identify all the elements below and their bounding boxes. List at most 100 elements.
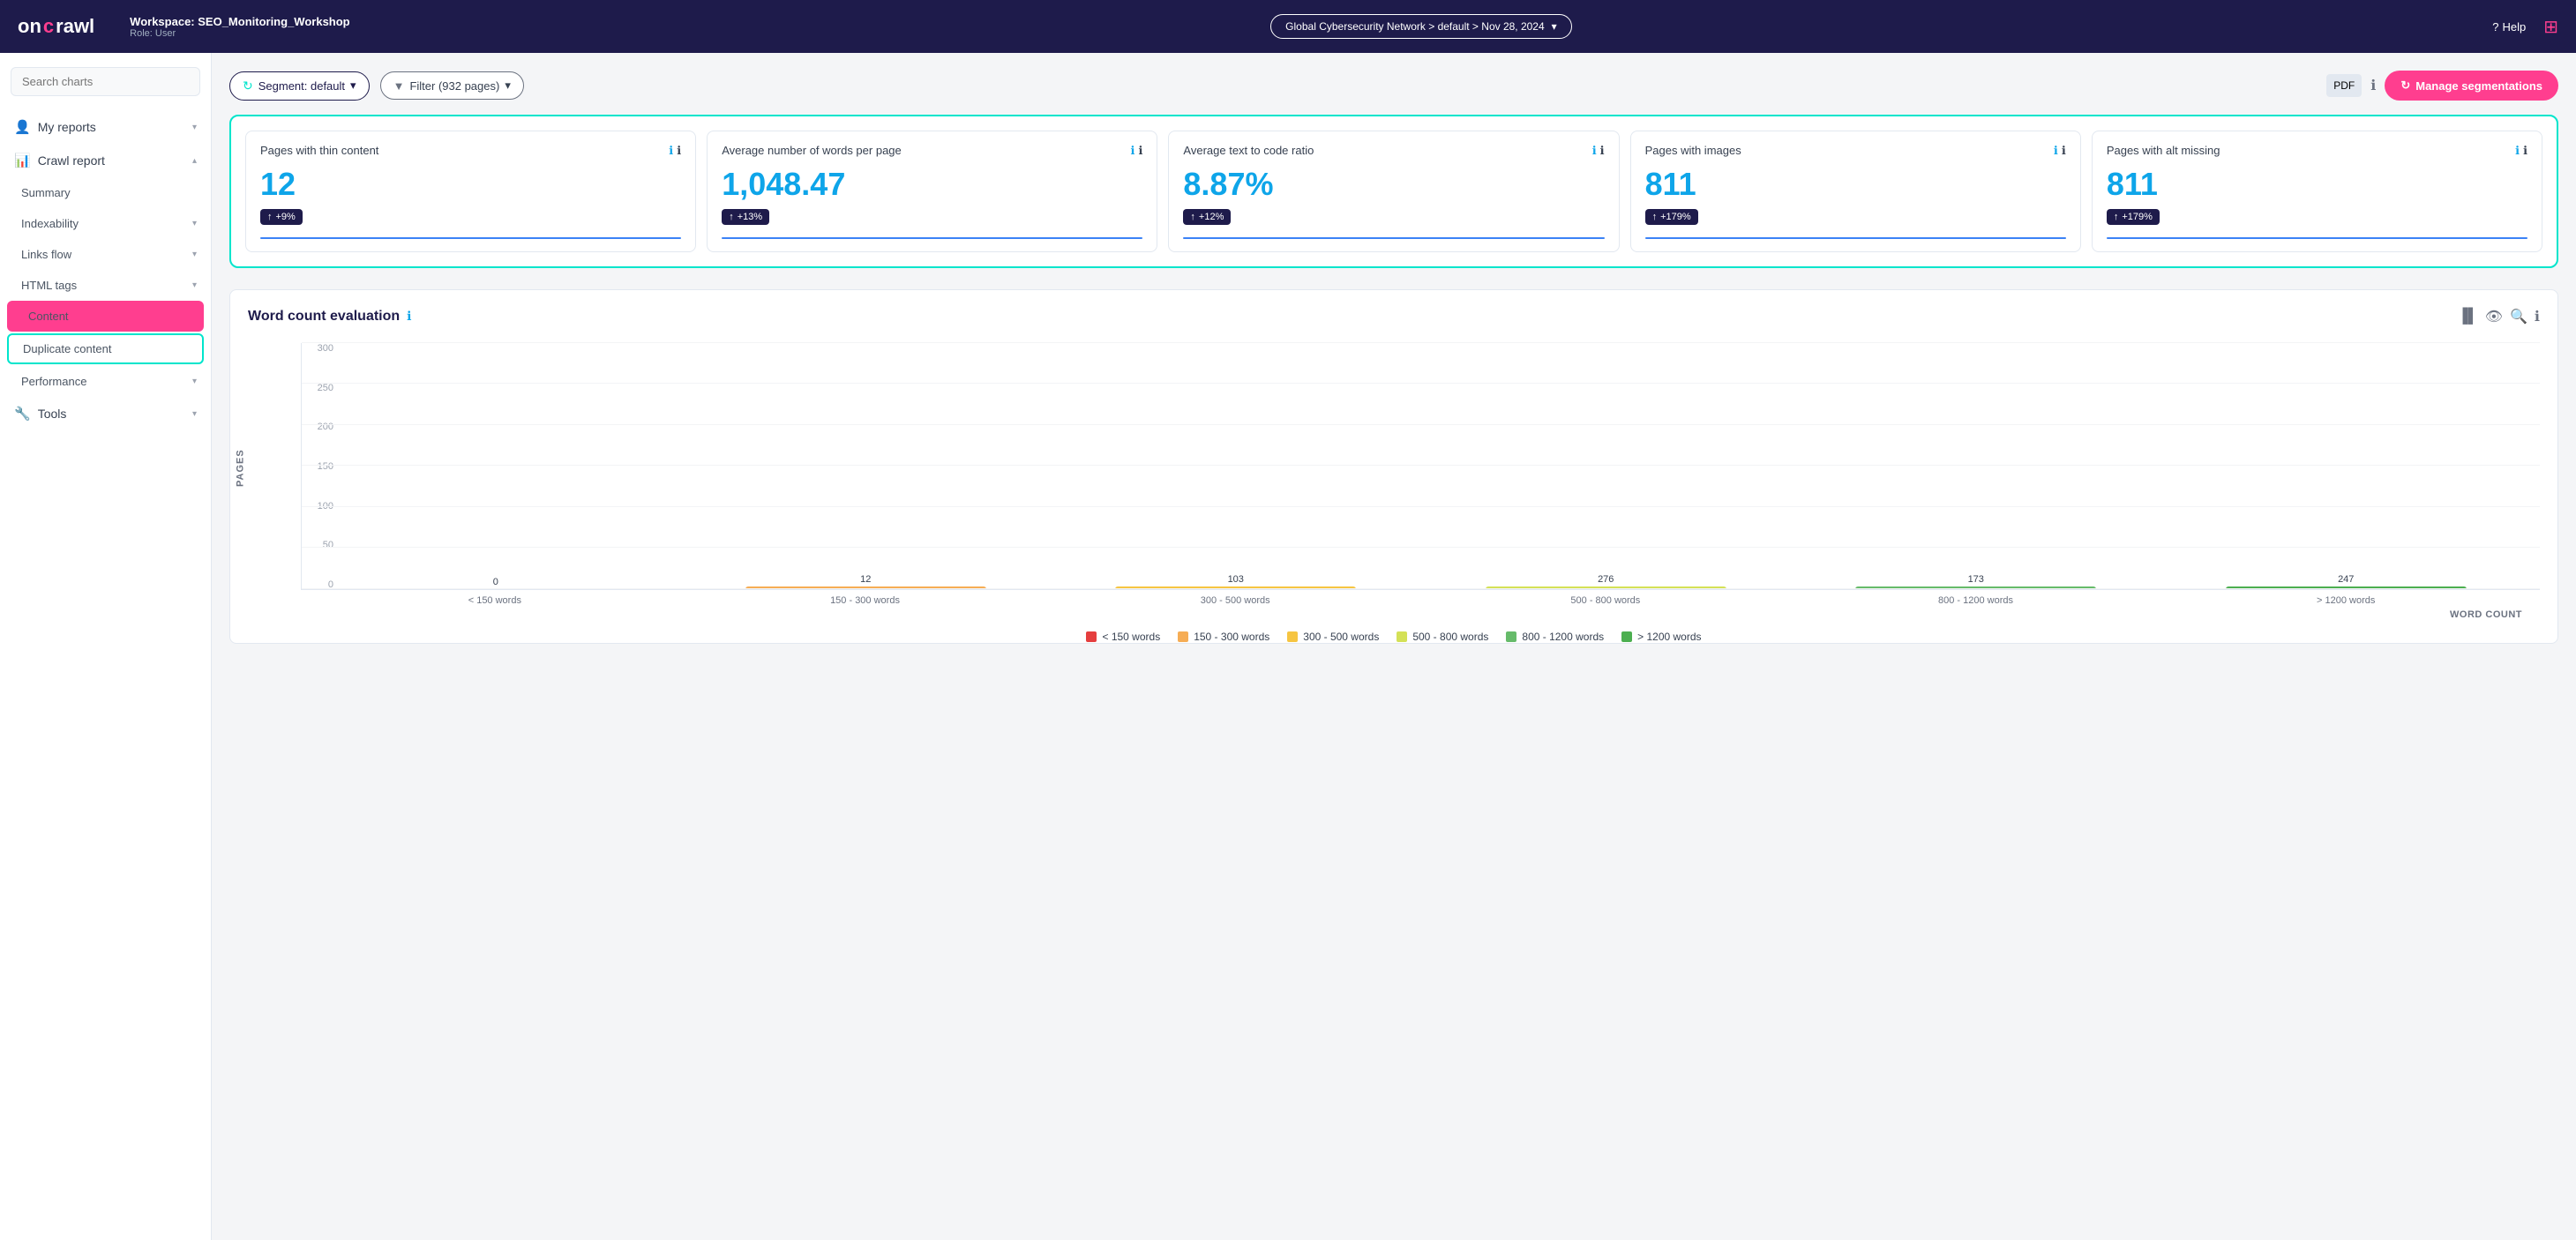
info-circle-icon[interactable]: ℹ [1592, 144, 1597, 158]
bar-group: 0 [311, 577, 681, 589]
bar-chart-container: PAGES 050100150200250300 0 12 [248, 343, 2540, 625]
sidebar-item-label: Content [28, 310, 69, 323]
nav-right: ? Help ⊞ [2492, 16, 2558, 38]
legend-color-dot [1086, 631, 1097, 642]
chevron-down-icon: ▾ [192, 409, 197, 419]
change-arrow-icon: ↑ [1652, 212, 1658, 222]
metric-value: 12 [260, 166, 681, 203]
metric-title: Average text to code ratio [1183, 144, 1591, 159]
segment-chevron-icon: ▾ [350, 78, 356, 93]
chart-title: Word count evaluation [248, 309, 400, 325]
sidebar-item-label: Crawl report [38, 153, 105, 168]
legend-item: 500 - 800 words [1397, 631, 1488, 643]
legend-item: 300 - 500 words [1287, 631, 1379, 643]
metric-card-thin-content: Pages with thin content ℹ ℹ 12 ↑ +9% [245, 131, 696, 252]
info-icon: ℹ [2370, 78, 2376, 93]
metric-sparkline [260, 237, 681, 239]
sidebar-item-html-tags[interactable]: HTML tags ▾ [0, 270, 211, 301]
chart-info-btn[interactable]: ℹ [2535, 308, 2540, 325]
info-circle-icon[interactable]: ℹ [2054, 144, 2058, 158]
logo-c: c [43, 15, 54, 38]
chevron-down-icon: ▾ [192, 219, 197, 228]
bar-value-label: 0 [493, 577, 498, 587]
bar-value-label: 12 [860, 574, 871, 585]
sidebar-item-label: Tools [38, 407, 67, 421]
dashboard-icon[interactable]: ⊞ [2543, 16, 2558, 38]
legend-color-dot [1506, 631, 1516, 642]
sidebar-item-indexability[interactable]: Indexability ▾ [0, 208, 211, 239]
breadcrumb[interactable]: Global Cybersecurity Network > default >… [1270, 14, 1572, 39]
help-button[interactable]: ? Help [2492, 20, 2526, 34]
sidebar-item-performance[interactable]: Performance ▾ [0, 366, 211, 397]
info-dark-icon[interactable]: ℹ [2062, 144, 2066, 158]
sidebar-item-label: Indexability [21, 217, 79, 230]
logo-text: on [18, 15, 41, 38]
help-label: Help [2502, 20, 2526, 34]
x-axis-title: WORD COUNT [301, 609, 2522, 620]
metric-value: 8.87% [1183, 166, 1604, 203]
x-label: > 1200 words [2160, 595, 2531, 606]
sidebar-item-content[interactable]: Content [7, 301, 204, 332]
manage-segmentations-button[interactable]: ↻ Manage segmentations [2385, 71, 2558, 101]
chevron-up-icon: ▴ [192, 156, 197, 166]
sidebar-item-duplicate-content[interactable]: Duplicate content [7, 333, 204, 364]
bar-group: 247 [2161, 574, 2532, 589]
filter-chevron-icon: ▾ [505, 78, 511, 93]
logo[interactable]: on c rawl [18, 15, 94, 38]
metric-change: ↑ +12% [1183, 209, 1231, 225]
info-button[interactable]: ℹ [2370, 77, 2376, 94]
pdf-button[interactable]: PDF [2326, 74, 2362, 97]
breadcrumb-text: Global Cybersecurity Network > default >… [1285, 20, 1544, 33]
search-input[interactable] [11, 67, 200, 96]
metric-title: Pages with thin content [260, 144, 669, 159]
legend-label: 300 - 500 words [1303, 631, 1379, 643]
wrench-icon: 🔧 [14, 406, 31, 422]
sidebar-item-tools[interactable]: 🔧 Tools ▾ [0, 397, 211, 430]
info-circle-icon[interactable]: ℹ [2515, 144, 2520, 158]
sidebar-item-summary[interactable]: Summary [0, 177, 211, 208]
segment-label: Segment: default [258, 79, 345, 93]
info-dark-icon[interactable]: ℹ [2523, 144, 2527, 158]
info-circle-icon[interactable]: ℹ [1131, 144, 1135, 158]
toolbar: ↻ Segment: default ▾ ▼ Filter (932 pages… [229, 71, 2558, 101]
chart-icon: 📊 [14, 153, 31, 168]
segment-icon: ↻ [243, 78, 253, 93]
chart-info-icon[interactable]: ℹ [407, 309, 411, 324]
metric-change: ↑ +13% [722, 209, 769, 225]
legend-label: < 150 words [1102, 631, 1160, 643]
app-layout: 👤 My reports ▾ 📊 Crawl report ▴ Summary … [0, 53, 2576, 1240]
legend-item: 800 - 1200 words [1506, 631, 1604, 643]
info-circle-icon[interactable]: ℹ [669, 144, 673, 158]
change-arrow-icon: ↑ [267, 212, 273, 222]
sidebar-item-label: Performance [21, 375, 86, 388]
x-label: < 150 words [310, 595, 680, 606]
chart-section: Word count evaluation ℹ ▐▌ 👁 🔍 ℹ PAGES 0… [229, 289, 2558, 644]
chart-bar-icon[interactable]: ▐▌ [2458, 308, 2478, 325]
legend-item: 150 - 300 words [1178, 631, 1269, 643]
legend-label: > 1200 words [1637, 631, 1701, 643]
chevron-down-icon: ▾ [192, 250, 197, 259]
legend-label: 150 - 300 words [1194, 631, 1269, 643]
sidebar-item-my-reports[interactable]: 👤 My reports ▾ [0, 110, 211, 144]
sidebar-item-links-flow[interactable]: Links flow ▾ [0, 239, 211, 270]
info-dark-icon[interactable]: ℹ [1600, 144, 1605, 158]
workspace-name: Workspace: SEO_Monitoring_Workshop [130, 15, 349, 28]
sidebar-item-label: Summary [21, 186, 71, 199]
x-label: 800 - 1200 words [1791, 595, 2161, 606]
bar-group: 173 [1791, 574, 2161, 589]
segment-button[interactable]: ↻ Segment: default ▾ [229, 71, 370, 101]
legend-color-dot [1621, 631, 1632, 642]
info-dark-icon[interactable]: ℹ [677, 144, 681, 158]
sidebar-item-crawl-report[interactable]: 📊 Crawl report ▴ [0, 144, 211, 177]
y-axis-title: PAGES [235, 449, 245, 487]
x-label: 500 - 800 words [1420, 595, 1791, 606]
chart-zoom-icon[interactable]: 🔍 [2510, 308, 2527, 325]
chart-eye-icon[interactable]: 👁 [2485, 308, 2503, 325]
workspace-info: Workspace: SEO_Monitoring_Workshop Role:… [130, 15, 349, 39]
info-dark-icon[interactable]: ℹ [1138, 144, 1142, 158]
top-navigation: on c rawl Workspace: SEO_Monitoring_Work… [0, 0, 2576, 53]
manage-icon: ↻ [2400, 78, 2410, 93]
sidebar-item-label: Duplicate content [23, 342, 111, 355]
filter-button[interactable]: ▼ Filter (932 pages) ▾ [380, 71, 524, 100]
legend-item: < 150 words [1086, 631, 1160, 643]
